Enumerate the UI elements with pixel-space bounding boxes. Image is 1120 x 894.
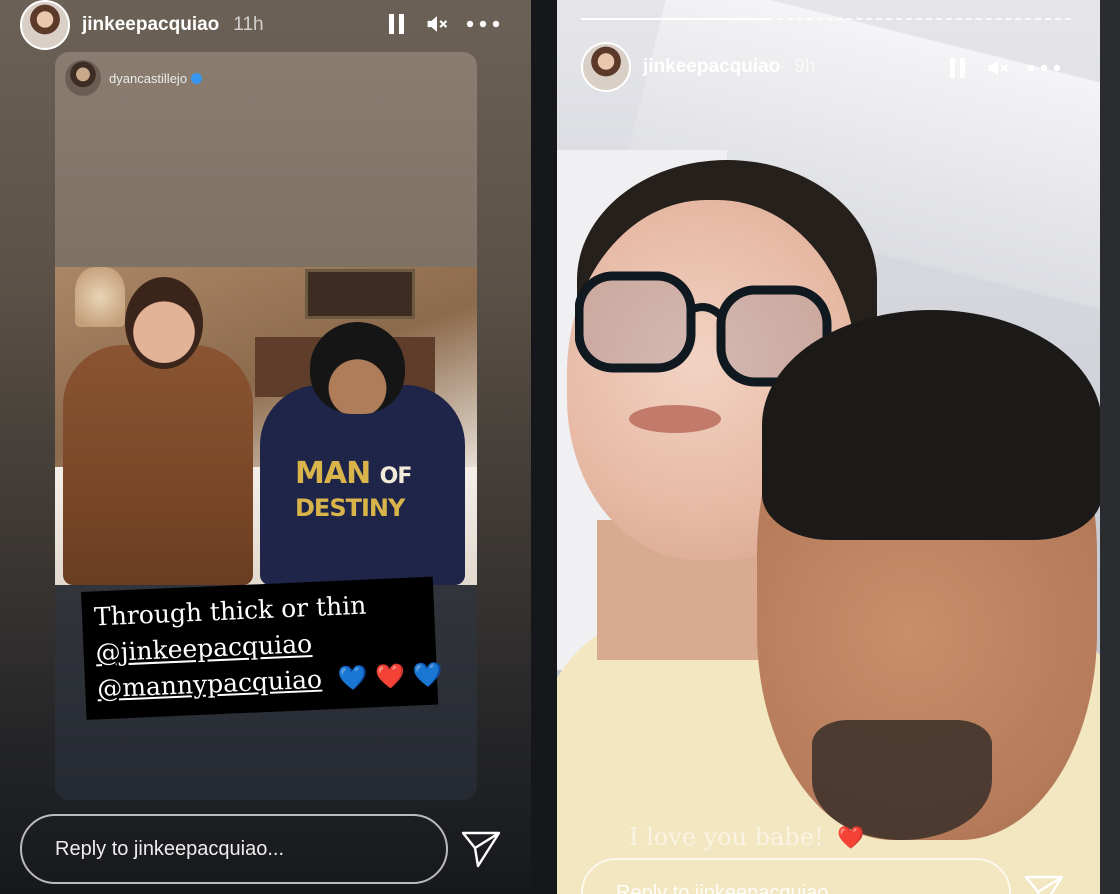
reply-placeholder: Reply to jinkeepacquiao <box>616 881 829 894</box>
pause-icon[interactable] <box>947 56 969 80</box>
beard-shape <box>812 720 992 840</box>
red-heart-icon: ❤️ <box>837 826 865 851</box>
reply-input[interactable]: Reply to jinkeepacquiao <box>581 858 1011 894</box>
story-caption: Through thick or thin @jinkeepacquiao @m… <box>81 576 443 720</box>
shirt-word-1: MAN <box>295 456 371 491</box>
repost-avatar[interactable] <box>65 60 101 96</box>
red-heart-icon: ❤️ <box>374 661 406 692</box>
woman-head <box>125 277 203 369</box>
shirt-word-2: OF <box>379 464 413 489</box>
more-icon[interactable] <box>466 12 500 36</box>
story-photo <box>557 0 1100 894</box>
shirt-print: MAN OF DESTINY <box>295 459 415 523</box>
man-hair <box>762 310 1100 540</box>
lips-shape <box>629 405 721 433</box>
story-photo: MAN OF DESTINY <box>55 267 477 585</box>
mute-icon[interactable] <box>987 56 1009 80</box>
mention-manny[interactable]: @mannypacquiao <box>97 665 323 704</box>
lamp-shape <box>75 267 125 327</box>
story-username[interactable]: jinkeepacquiao <box>82 14 219 36</box>
progress-remaining <box>767 18 1071 20</box>
blue-heart-icon: 💙 <box>337 663 369 693</box>
verified-badge-icon <box>191 72 203 84</box>
story-header-right: jinkeepacquiao 9h <box>557 42 1100 94</box>
screen-edge <box>1100 0 1120 894</box>
repost-header: dyancastillejo <box>65 60 203 96</box>
story-header-left: jinkeepacquiao 11h <box>0 0 531 52</box>
woman-figure <box>63 345 253 585</box>
send-icon[interactable] <box>460 828 502 870</box>
story-progress <box>581 18 1071 20</box>
man-head <box>310 322 405 414</box>
pause-icon[interactable] <box>386 12 408 36</box>
send-icon[interactable] <box>1023 872 1065 894</box>
story-left[interactable]: jinkeepacquiao 11h dyancastillejo MAN OF… <box>0 0 531 894</box>
more-icon[interactable] <box>1027 56 1061 80</box>
shirt-word-3: DESTINY <box>295 494 405 522</box>
reply-placeholder: Reply to jinkeepacquiao... <box>55 837 285 860</box>
mute-icon[interactable] <box>426 12 448 36</box>
profile-avatar[interactable] <box>20 0 70 50</box>
story-caption: I love you babe! ❤️ <box>629 823 865 851</box>
story-time: 11h <box>233 14 264 35</box>
progress-fill <box>581 18 768 20</box>
reply-input[interactable]: Reply to jinkeepacquiao... <box>20 814 448 884</box>
story-right[interactable]: jinkeepacquiao 9h I love you babe! ❤️ Re… <box>557 0 1100 894</box>
profile-avatar[interactable] <box>581 42 631 92</box>
story-time: 9h <box>794 56 816 77</box>
repost-username[interactable]: dyancastillejo <box>109 71 187 86</box>
blue-heart-icon: 💙 <box>412 660 444 690</box>
picture-frame-shape <box>305 269 415 319</box>
story-divider <box>531 0 557 894</box>
caption-text: I love you babe! <box>629 823 824 851</box>
story-username[interactable]: jinkeepacquiao <box>643 56 780 78</box>
reposted-story-card[interactable]: dyancastillejo MAN OF DESTINY Through th… <box>55 52 477 800</box>
